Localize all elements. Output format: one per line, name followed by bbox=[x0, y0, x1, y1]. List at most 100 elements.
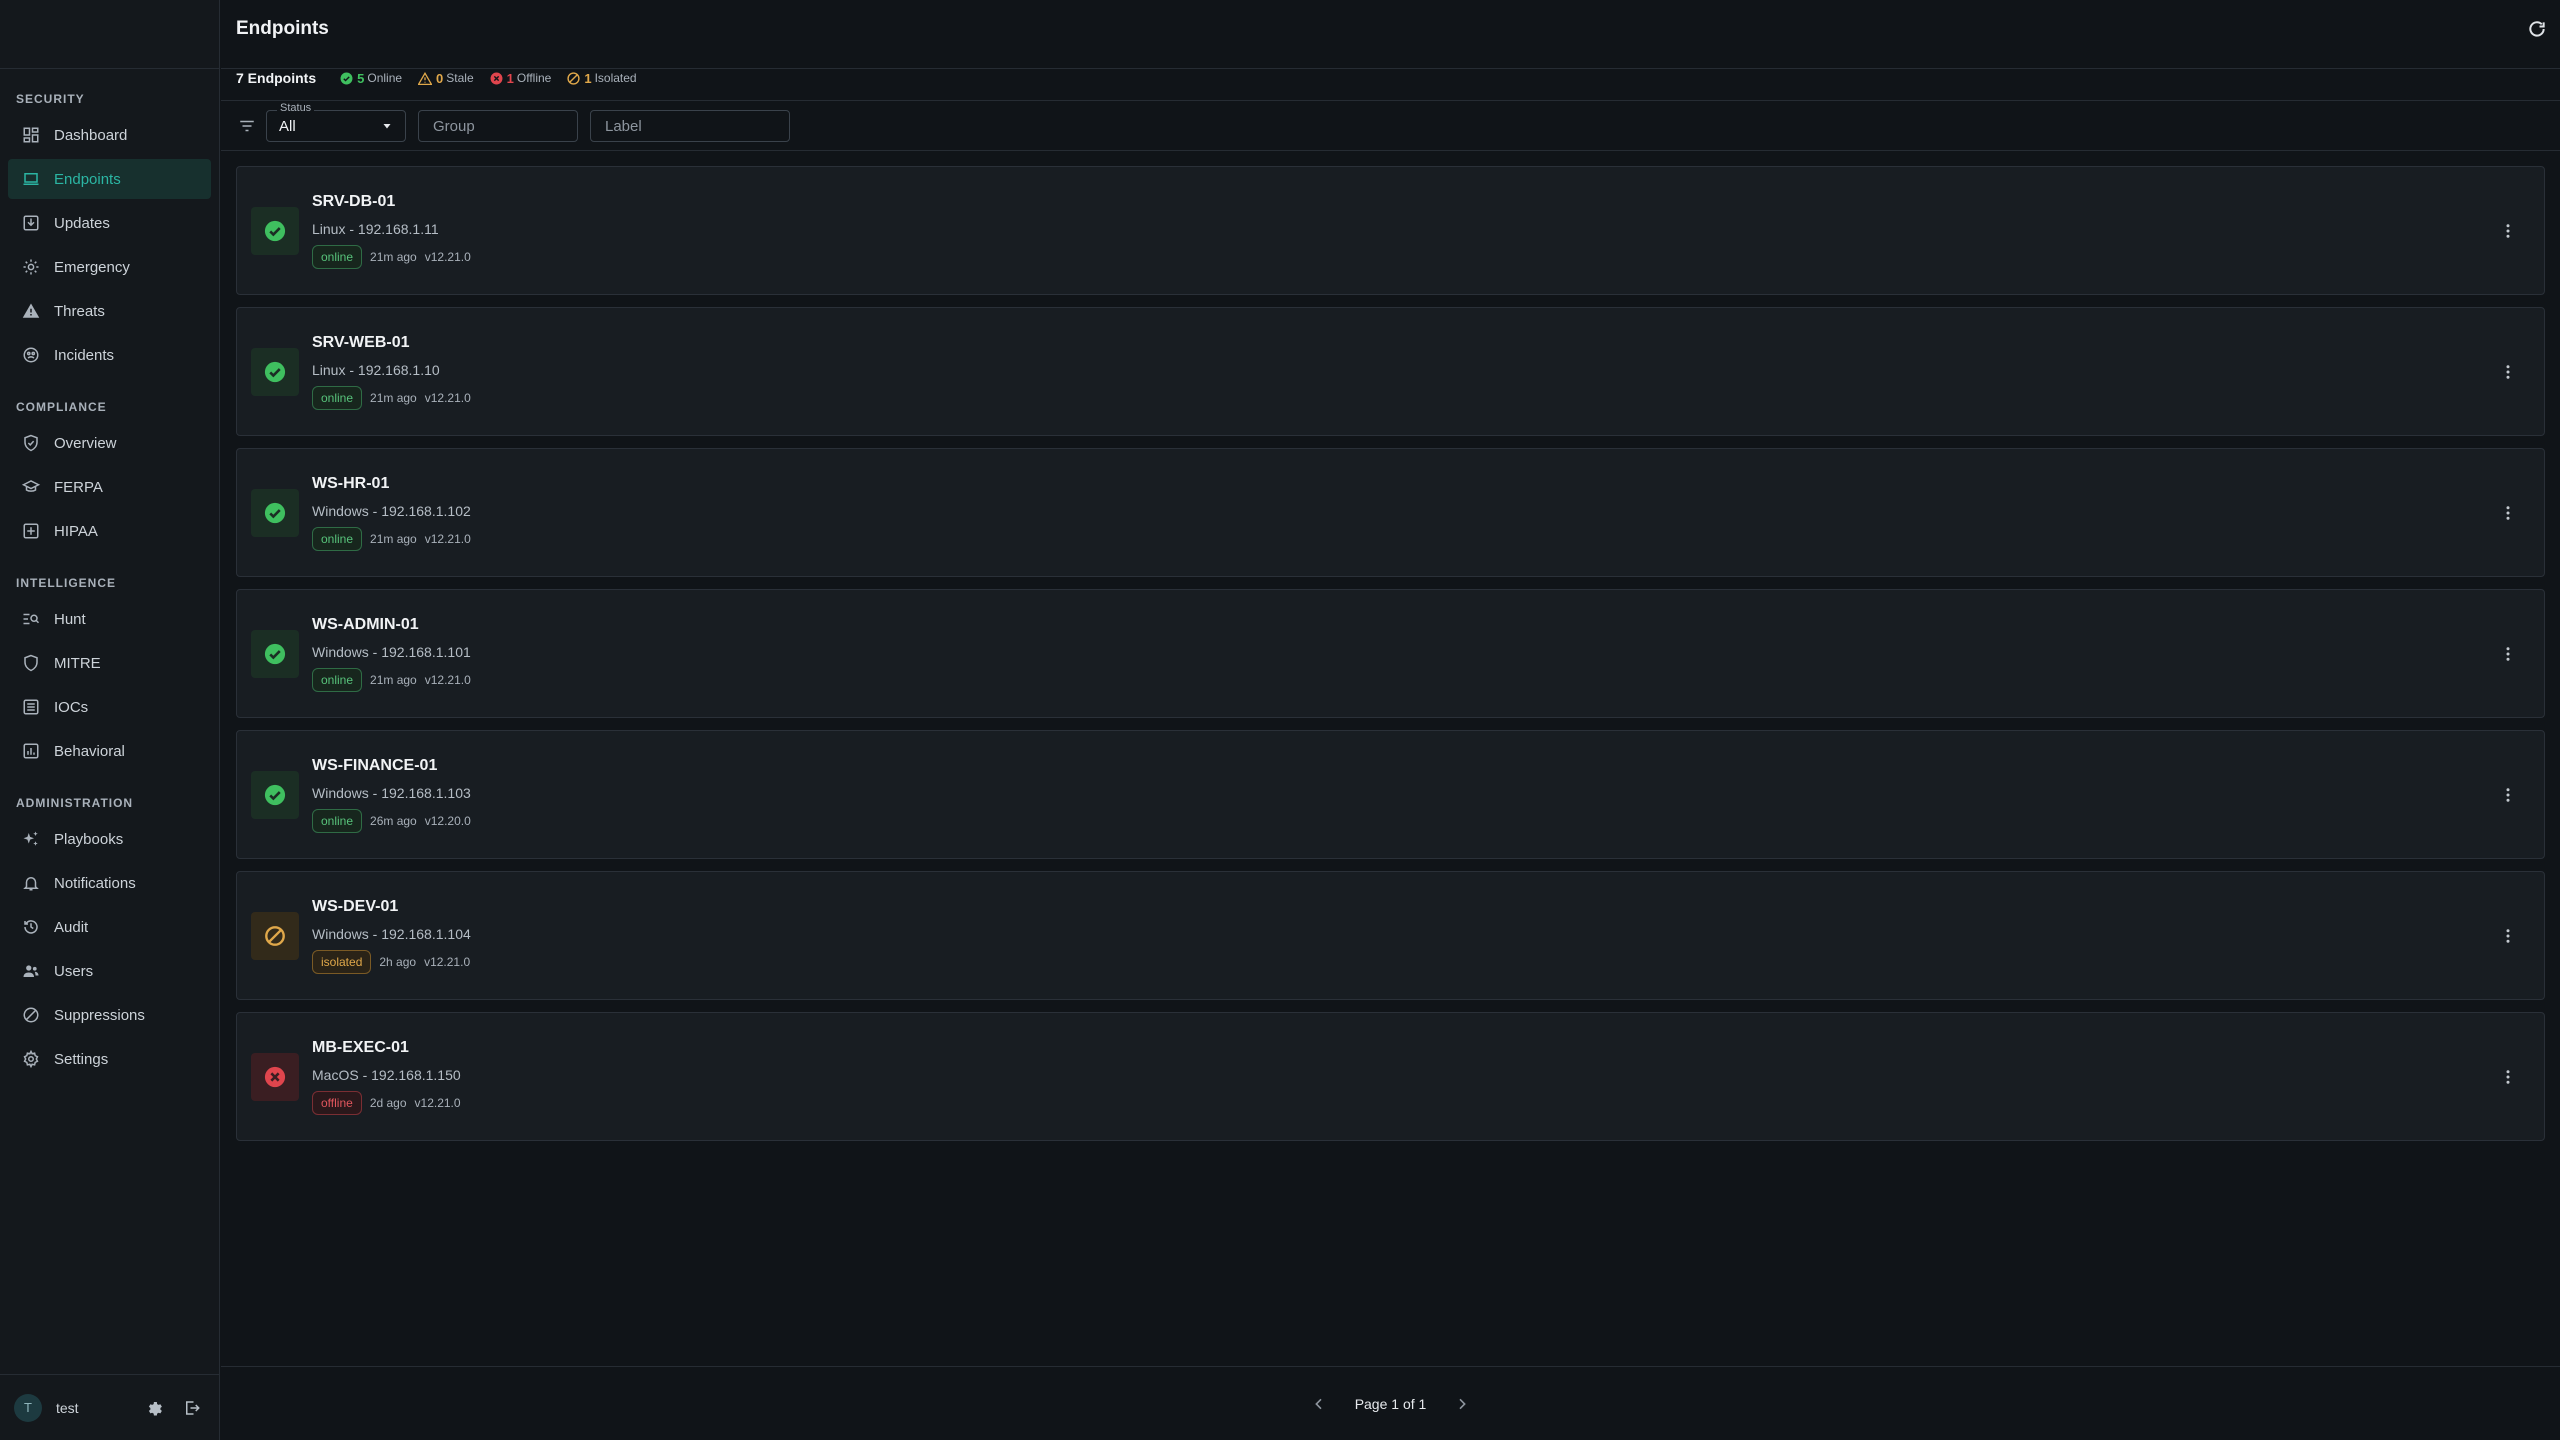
shield-icon bbox=[20, 652, 42, 674]
group-filter-input[interactable] bbox=[418, 110, 578, 142]
sidebar-item-label: FERPA bbox=[54, 478, 103, 496]
sidebar-item-label: Threats bbox=[54, 302, 105, 320]
sidebar-item-settings[interactable]: Settings bbox=[8, 1039, 211, 1079]
pagination: Page 1 of 1 bbox=[221, 1366, 2560, 1440]
more-vert-icon[interactable] bbox=[2494, 640, 2522, 668]
sidebar-item-label: Settings bbox=[54, 1050, 109, 1068]
online-label: Online bbox=[367, 71, 403, 85]
endpoint-meta: online 21m ago v12.21.0 bbox=[312, 386, 479, 410]
sidebar-item-behavioral[interactable]: Behavioral bbox=[8, 731, 211, 771]
avatar[interactable]: T bbox=[14, 1393, 42, 1422]
filter-bar: Status All bbox=[236, 102, 802, 144]
gear-alert-icon bbox=[20, 256, 42, 278]
page-title: Endpoints bbox=[236, 18, 329, 39]
filter-icon bbox=[236, 115, 258, 137]
user-name: test bbox=[56, 1399, 79, 1416]
last-seen: 2d ago bbox=[369, 1096, 407, 1110]
laptop-icon bbox=[20, 168, 42, 190]
endpoint-card[interactable]: WS-HR-01 Windows - 192.168.1.102 online … bbox=[236, 448, 2545, 577]
endpoint-card[interactable]: SRV-WEB-01 Linux - 192.168.1.10 online 2… bbox=[236, 307, 2545, 436]
endpoint-card[interactable]: WS-FINANCE-01 Windows - 192.168.1.103 on… bbox=[236, 730, 2545, 859]
endpoint-os-ip: Windows - 192.168.1.103 bbox=[312, 785, 471, 801]
agent-version: v12.21.0 bbox=[424, 673, 471, 687]
endpoint-meta: online 21m ago v12.21.0 bbox=[312, 668, 479, 692]
endpoint-name: WS-ADMIN-01 bbox=[312, 616, 419, 633]
logout-icon[interactable] bbox=[179, 1395, 205, 1421]
chart-box-icon bbox=[20, 740, 42, 762]
endpoint-list: SRV-DB-01 Linux - 192.168.1.11 online 21… bbox=[236, 166, 2545, 1153]
status-badge: online bbox=[312, 809, 363, 833]
sidebar-item-overview[interactable]: Overview bbox=[8, 423, 211, 463]
isolated-count: 1 bbox=[584, 70, 592, 86]
last-seen: 26m ago bbox=[370, 814, 417, 828]
sidebar-item-label: Playbooks bbox=[54, 830, 124, 848]
gear-icon[interactable] bbox=[141, 1395, 167, 1421]
status-badge: online bbox=[312, 527, 363, 551]
stat-stale: 0 Stale bbox=[418, 71, 474, 86]
sidebar-item-hunt[interactable]: Hunt bbox=[8, 599, 211, 639]
endpoint-card[interactable]: WS-DEV-01 Windows - 192.168.1.104 isolat… bbox=[236, 871, 2545, 1000]
main-content: Endpoints 7 Endpoints 5 Online 0 Stale 1… bbox=[221, 0, 2560, 1440]
offline-count: 1 bbox=[506, 70, 514, 86]
label-filter-input[interactable] bbox=[590, 110, 790, 142]
chevron-right-icon[interactable] bbox=[1448, 1390, 1476, 1418]
more-vert-icon[interactable] bbox=[2494, 217, 2522, 245]
endpoint-card[interactable]: SRV-DB-01 Linux - 192.168.1.11 online 21… bbox=[236, 166, 2545, 295]
sidebar-nav: SECURITY Dashboard Endpoints Updates Emergen… bbox=[0, 87, 219, 1079]
status-badge: online bbox=[312, 245, 363, 269]
refresh-icon[interactable] bbox=[2524, 16, 2550, 42]
endpoint-card[interactable]: WS-ADMIN-01 Windows - 192.168.1.101 onli… bbox=[236, 589, 2545, 718]
sidebar-item-audit[interactable]: Audit bbox=[8, 907, 211, 947]
list-box-icon bbox=[20, 696, 42, 718]
status-online-icon bbox=[251, 207, 299, 255]
chevron-left-icon[interactable] bbox=[1305, 1390, 1333, 1418]
graduation-cap-icon bbox=[20, 476, 42, 498]
sidebar-item-updates[interactable]: Updates bbox=[8, 203, 211, 243]
more-vert-icon[interactable] bbox=[2494, 922, 2522, 950]
endpoint-card[interactable]: MB-EXEC-01 MacOS - 192.168.1.150 offline… bbox=[236, 1012, 2545, 1141]
status-select[interactable]: Status All bbox=[266, 102, 406, 142]
sidebar-item-hipaa[interactable]: HIPAA bbox=[8, 511, 211, 551]
sidebar-item-label: Incidents bbox=[54, 346, 115, 364]
sidebar-item-dashboard[interactable]: Dashboard bbox=[8, 115, 211, 155]
sidebar-item-ferpa[interactable]: FERPA bbox=[8, 467, 211, 507]
sidebar-item-endpoints[interactable]: Endpoints bbox=[8, 159, 211, 199]
biohazard-icon bbox=[20, 344, 42, 366]
online-count: 5 bbox=[357, 70, 365, 86]
sidebar-item-suppressions[interactable]: Suppressions bbox=[8, 995, 211, 1035]
endpoint-name: WS-FINANCE-01 bbox=[312, 757, 438, 774]
sidebar-item-users[interactable]: Users bbox=[8, 951, 211, 991]
shield-check-icon bbox=[20, 432, 42, 454]
nav-section-title: SECURITY bbox=[16, 92, 85, 106]
sidebar-item-label: Behavioral bbox=[54, 742, 125, 760]
offline-label: Offline bbox=[516, 71, 552, 85]
sidebar-item-label: Suppressions bbox=[54, 1006, 145, 1024]
last-seen: 21m ago bbox=[370, 250, 417, 264]
sidebar: SECURITY Dashboard Endpoints Updates Emergen… bbox=[0, 0, 220, 1440]
status-select-label: Status bbox=[277, 102, 315, 114]
agent-version: v12.21.0 bbox=[424, 391, 471, 405]
gear-icon bbox=[20, 1048, 42, 1070]
last-seen: 21m ago bbox=[370, 673, 417, 687]
more-vert-icon[interactable] bbox=[2494, 781, 2522, 809]
more-vert-icon[interactable] bbox=[2494, 358, 2522, 386]
agent-version: v12.21.0 bbox=[424, 532, 471, 546]
sidebar-item-iocs[interactable]: IOCs bbox=[8, 687, 211, 727]
sidebar-item-notifications[interactable]: Notifications bbox=[8, 863, 211, 903]
sidebar-item-threats[interactable]: Threats bbox=[8, 291, 211, 331]
sidebar-item-label: Audit bbox=[54, 918, 89, 936]
sidebar-item-label: Endpoints bbox=[54, 170, 121, 188]
agent-version: v12.20.0 bbox=[424, 814, 471, 828]
more-vert-icon[interactable] bbox=[2494, 499, 2522, 527]
endpoint-os-ip: Linux - 192.168.1.11 bbox=[312, 221, 439, 237]
status-offline-icon bbox=[251, 1053, 299, 1101]
sidebar-item-mitre[interactable]: MITRE bbox=[8, 643, 211, 683]
nav-section-title: INTELLIGENCE bbox=[16, 576, 117, 590]
sidebar-item-playbooks[interactable]: Playbooks bbox=[8, 819, 211, 859]
sidebar-item-incidents[interactable]: Incidents bbox=[8, 335, 211, 375]
status-online-icon bbox=[251, 348, 299, 396]
sidebar-item-label: IOCs bbox=[54, 698, 89, 716]
sidebar-item-emergency[interactable]: Emergency bbox=[8, 247, 211, 287]
more-vert-icon[interactable] bbox=[2494, 1063, 2522, 1091]
endpoint-name: WS-DEV-01 bbox=[312, 898, 399, 915]
